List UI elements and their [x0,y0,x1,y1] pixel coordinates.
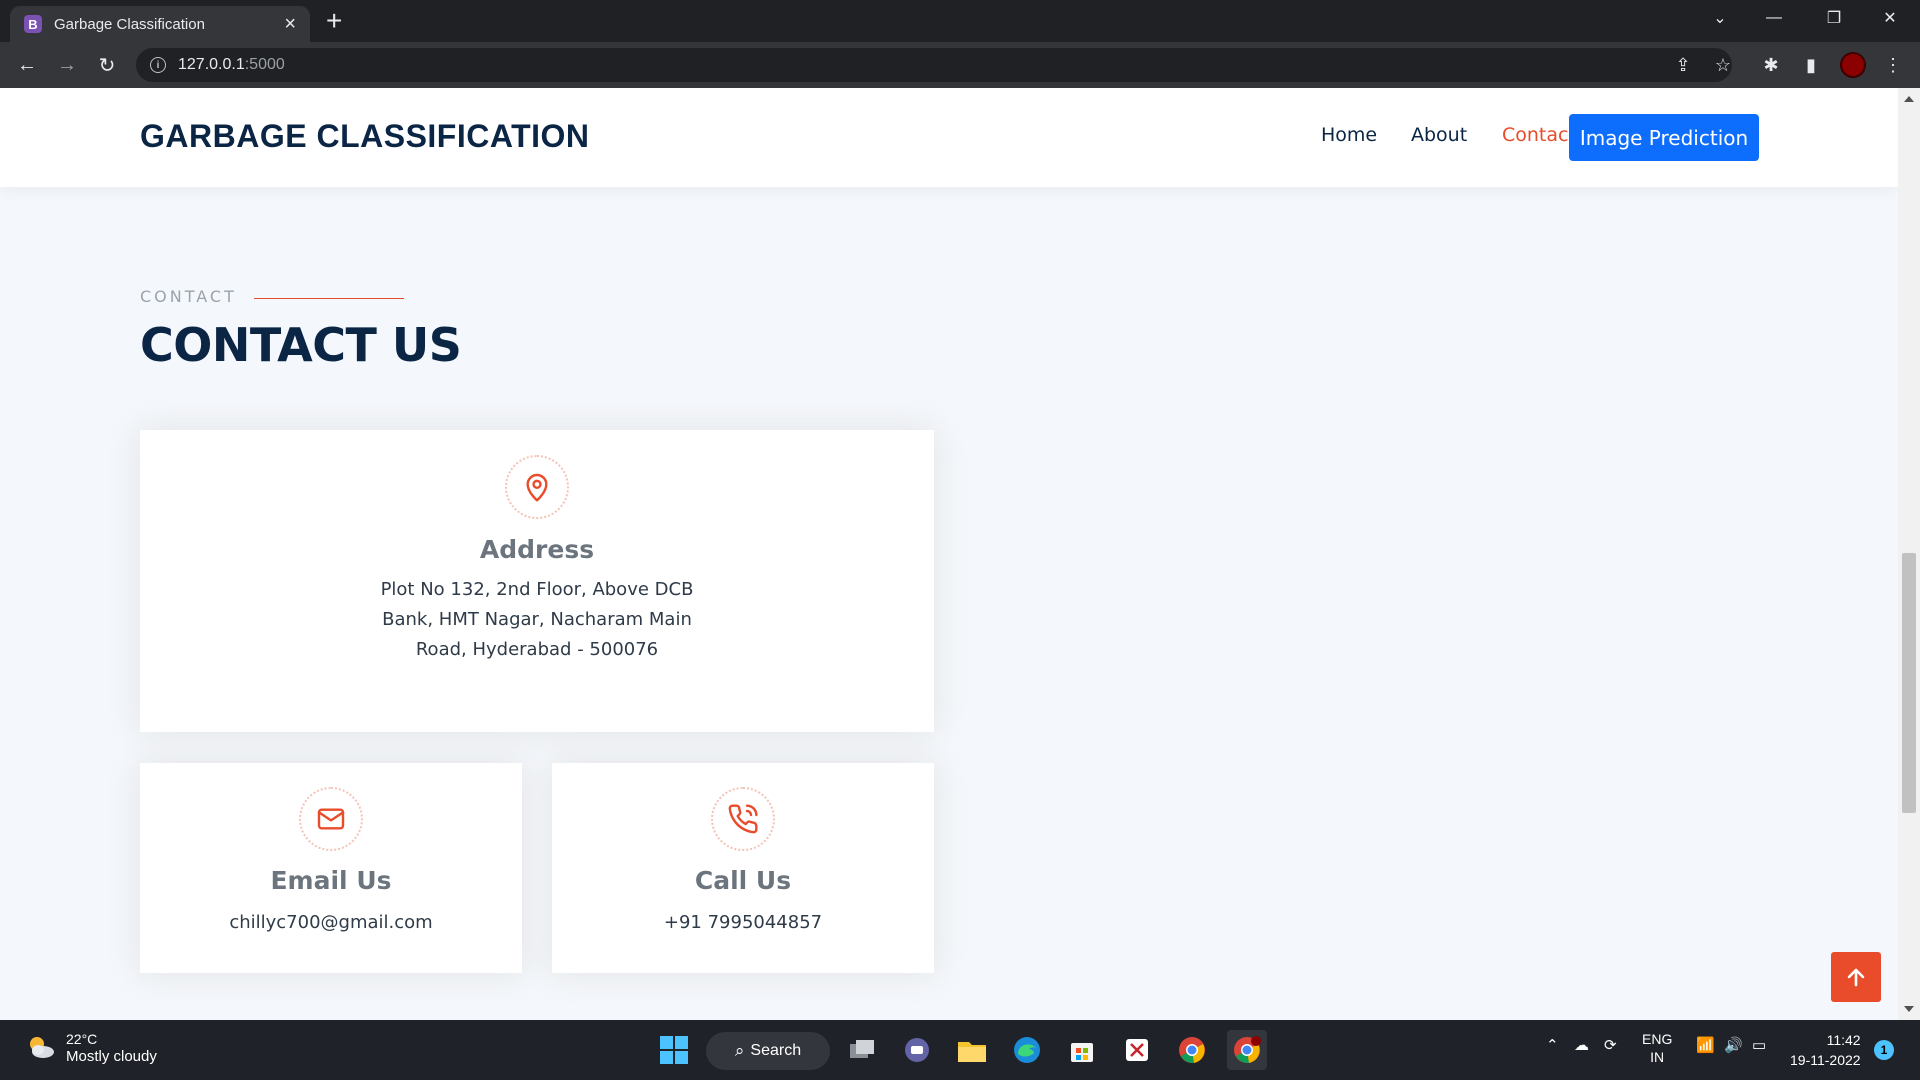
restore-icon[interactable]: ❐ [1806,0,1862,36]
nav-about[interactable]: About [1411,124,1467,146]
address-line-3: Road, Hyderabad - 500076 [415,639,659,660]
back-icon[interactable]: ← [12,50,42,80]
weather-widget[interactable]: 22°C Mostly cloudy [24,1030,157,1066]
partly-cloudy-icon [30,1037,54,1058]
task-view-icon[interactable] [842,1030,882,1070]
weather-temperature: 22°C [66,1031,98,1047]
email-title: Email Us [270,866,392,895]
teams-chat-icon[interactable] [897,1030,937,1070]
forward-icon[interactable]: → [52,50,82,80]
call-title: Call Us [694,866,792,895]
address-card: Address Plot No 132, 2nd Floor, Above DC… [140,430,934,732]
weather-condition: Mostly cloudy [66,1048,157,1065]
browser-toolbar: ← → ↻ i 127.0.0.1:5000 ⇪ ☆ ✱ ▮ ⋮ [0,42,1920,88]
sync-icon[interactable]: ⟳ [1604,1036,1617,1054]
wifi-icon[interactable]: 📶 [1696,1036,1715,1054]
address-title: Address [479,535,595,564]
file-explorer-icon[interactable] [952,1030,992,1070]
tab-close-icon[interactable]: × [284,14,296,34]
email-value[interactable]: chillyc700@gmail.com [140,908,522,938]
notification-badge[interactable]: 1 [1874,1040,1894,1060]
new-tab-icon[interactable]: + [326,6,342,36]
arrow-up-icon [1847,968,1865,987]
url-port: :5000 [244,56,285,73]
section-label: CONTACT [140,287,237,306]
address-line-1: Plot No 132, 2nd Floor, Above DCB [380,579,694,600]
back-to-top-button[interactable] [1831,952,1881,1002]
bootstrap-favicon-icon: B [24,15,42,33]
scrollbar-thumb[interactable] [1902,553,1916,813]
site-info-icon[interactable]: i [150,57,166,73]
start-windows-icon[interactable] [654,1030,694,1070]
language-indicator[interactable]: ENG IN [1642,1030,1672,1066]
page-viewport: GARBAGE CLASSIFICATION Home About Contac… [0,88,1898,1020]
taskbar-search[interactable]: ⌕ Search [706,1032,830,1070]
phone-icon [711,787,775,851]
clock-time: 11:42 [1826,1032,1861,1048]
site-header: GARBAGE CLASSIFICATION Home About Contac… [0,88,1898,187]
email-card: Email Us chillyc700@gmail.com [140,763,522,973]
microsoft-store-icon[interactable] [1062,1030,1102,1070]
bookmark-star-icon[interactable]: ☆ [1708,50,1738,80]
snipping-tool-icon[interactable] [1117,1030,1157,1070]
clock-date: 19-11-2022 [1790,1052,1861,1068]
language-code: ENG [1642,1031,1673,1047]
nav-contact[interactable]: Contact [1502,124,1576,146]
image-prediction-button[interactable]: Image Prediction [1569,114,1759,161]
tab-search-chevron-icon[interactable]: ⌄ [1692,0,1748,36]
address-bar[interactable]: i 127.0.0.1:5000 [136,48,1732,82]
extensions-puzzle-icon[interactable]: ✱ [1756,50,1786,80]
profile-avatar[interactable] [1838,50,1868,80]
call-card: Call Us +91 7995044857 [552,763,934,973]
reload-icon[interactable]: ↻ [92,50,122,80]
region-code: IN [1650,1049,1665,1065]
close-window-icon[interactable]: ✕ [1862,0,1918,36]
onedrive-cloud-icon[interactable]: ☁ [1574,1036,1589,1054]
search-icon: ⌕ [734,1041,745,1060]
tab-title: Garbage Classification [54,15,205,33]
call-value[interactable]: +91 7995044857 [552,908,934,938]
share-icon[interactable]: ⇪ [1668,50,1698,80]
browser-tab[interactable]: B Garbage Classification × [10,6,310,42]
side-panel-icon[interactable]: ▮ [1796,50,1826,80]
chrome-icon[interactable] [1172,1030,1212,1070]
taskbar-search-label: Search [750,1042,802,1059]
minimize-icon[interactable]: — [1746,0,1802,36]
volume-icon[interactable]: 🔊 [1724,1036,1743,1054]
nav-home[interactable]: Home [1321,124,1377,146]
browser-menu-icon[interactable]: ⋮ [1878,50,1908,80]
scroll-down-icon[interactable] [1904,1006,1914,1012]
address-line-2: Bank, HMT Nagar, Nacharam Main [382,609,692,630]
envelope-icon [299,787,363,851]
system-clock[interactable]: 11:42 19-11-2022 [1790,1030,1861,1070]
show-hidden-icons-chevron[interactable]: ⌃ [1546,1036,1559,1054]
edge-browser-icon[interactable] [1007,1030,1047,1070]
battery-icon[interactable]: ▭ [1752,1036,1766,1054]
browser-titlebar: B Garbage Classification × + ⌄ — ❐ ✕ [0,0,1920,42]
page-title: CONTACT US [140,318,462,372]
page-scrollbar[interactable] [1898,88,1920,1020]
scroll-up-icon[interactable] [1904,96,1914,102]
section-label-underline [254,298,404,299]
windows-taskbar: 22°C Mostly cloudy ⌕ Search ⌃ ☁ ⟳ ENG IN… [0,1020,1920,1080]
url-host: 127.0.0.1 [178,56,245,73]
map-pin-icon [505,455,569,519]
site-logo[interactable]: GARBAGE CLASSIFICATION [140,118,590,155]
chrome-profile-active-icon[interactable] [1227,1030,1267,1070]
